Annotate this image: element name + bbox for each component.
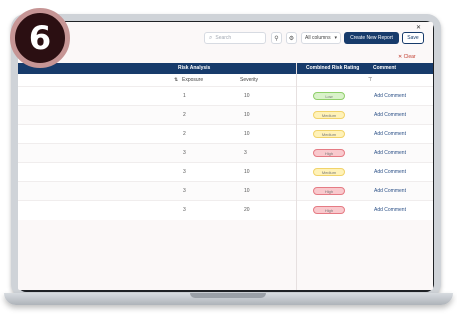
table-subheader: ⇅ Exposure Severity ⊤: [18, 74, 433, 86]
cell-exposure: 3: [183, 207, 186, 213]
risk-rating-badge: Medium: [313, 130, 345, 138]
add-comment-link[interactable]: Add Comment: [374, 112, 406, 118]
save-button[interactable]: Save: [402, 32, 424, 44]
cell-exposure: 3: [183, 169, 186, 175]
subheader-severity[interactable]: Severity: [240, 74, 258, 86]
table-row: 2 10 Medium Add Comment: [18, 124, 433, 144]
cell-exposure: 2: [183, 112, 186, 118]
table-row: 2 10 Medium Add Comment: [18, 105, 433, 125]
cell-severity: 20: [244, 207, 250, 213]
table-header: Risk Analysis Combined Risk Rating Comme…: [18, 63, 433, 74]
risk-rating-badge: Medium: [313, 168, 345, 176]
create-report-button[interactable]: Create New Report: [344, 32, 399, 44]
step-badge: 6: [10, 8, 70, 68]
cell-exposure: 3: [183, 150, 186, 156]
group-header-risk-analysis: Risk Analysis: [178, 65, 211, 71]
cell-exposure: 2: [183, 131, 186, 137]
risk-rating-badge: High: [313, 149, 345, 157]
search-icon: ⌕: [209, 34, 213, 41]
clear-label: Clear: [403, 54, 416, 60]
columns-dropdown[interactable]: All columns ▾: [301, 32, 341, 44]
search-input[interactable]: ⌕ Search: [204, 32, 266, 44]
step-number: 6: [28, 19, 52, 57]
risk-rating-badge: Medium: [313, 111, 345, 119]
laptop-notch: [190, 293, 266, 298]
risk-rating-badge: High: [313, 206, 345, 214]
add-comment-link[interactable]: Add Comment: [374, 169, 406, 175]
cell-exposure: 3: [183, 188, 186, 194]
settings-icon-button[interactable]: ⚙: [286, 32, 297, 44]
subheader-exposure[interactable]: Exposure: [182, 74, 203, 86]
cell-severity: 10: [244, 112, 250, 118]
cell-severity: 10: [244, 188, 250, 194]
close-icon[interactable]: ✕: [416, 24, 421, 31]
risk-rating-badge: Low: [313, 92, 345, 100]
table-row: 3 20 High Add Comment: [18, 200, 433, 220]
create-report-label: Create New Report: [350, 35, 393, 41]
cell-exposure: 1: [183, 93, 186, 99]
table-row: 3 10 High Add Comment: [18, 181, 433, 201]
add-comment-link[interactable]: Add Comment: [374, 131, 406, 137]
cell-severity: 10: [244, 131, 250, 137]
table-row: 1 10 Low Add Comment: [18, 86, 433, 106]
group-header-combined-rating: Combined Risk Rating: [306, 65, 360, 71]
add-comment-link[interactable]: Add Comment: [374, 150, 406, 156]
add-comment-link[interactable]: Add Comment: [374, 93, 406, 99]
risk-rating-badge: High: [313, 187, 345, 195]
app-screen: ✕ ⌕ Search ⚲ ⚙ All columns ▾ Create New …: [18, 22, 433, 290]
column-divider: [296, 63, 297, 290]
cell-severity: 3: [244, 150, 247, 156]
add-comment-link[interactable]: Add Comment: [374, 188, 406, 194]
table-row: 3 10 Medium Add Comment: [18, 162, 433, 182]
group-header-comment: Comment: [373, 65, 397, 71]
search-placeholder: Search: [215, 35, 232, 41]
save-label: Save: [407, 35, 419, 41]
cell-severity: 10: [244, 169, 250, 175]
dropdown-label: All columns: [305, 35, 331, 41]
filter-funnel-icon[interactable]: ⊤: [368, 74, 372, 86]
filter-icon-button[interactable]: ⚲: [271, 32, 282, 44]
chevron-down-icon: ▾: [334, 35, 337, 41]
toolbar: ✕ ⌕ Search ⚲ ⚙ All columns ▾ Create New …: [18, 22, 433, 52]
table-row: 3 3 High Add Comment: [18, 143, 433, 163]
clear-filters-link[interactable]: ✕ Clear: [398, 54, 416, 60]
cell-severity: 10: [244, 93, 250, 99]
sort-icon[interactable]: ⇅: [174, 74, 178, 86]
add-comment-link[interactable]: Add Comment: [374, 207, 406, 213]
